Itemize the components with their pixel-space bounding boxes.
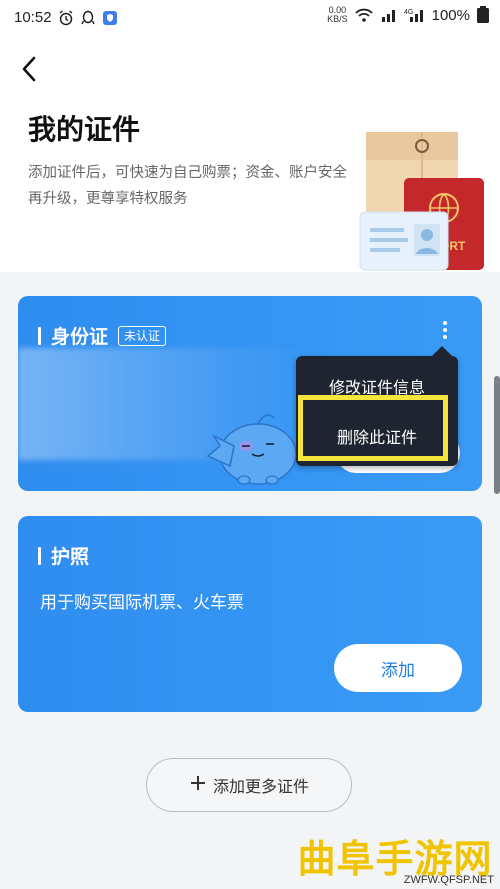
passport-description: 用于购买国际机票、火车票 [40,593,244,613]
watermark-url: ZWFW.QFSP.NET [403,874,494,886]
documents-illustration: ORT [352,132,492,272]
add-passport-button[interactable]: 添加 [334,644,462,692]
highlight-box [298,395,448,461]
passport-card-header: 护照 [38,542,89,569]
page-header: 我的证件 添加证件后，可快速为自己购票；资金、账户安全再升级，更尊享特权服务 O… [0,36,500,272]
watermark: 曲阜手游网 ZWFW.QFSP.NET [290,828,500,889]
battery-icon [476,6,490,24]
scrollbar[interactable] [494,376,500,494]
status-time: 10:52 [14,9,52,26]
signal-4g-icon: 4G [404,7,426,23]
mascot-illustration [206,414,297,485]
id-card-title: 身份证 [51,326,109,348]
page-title: 我的证件 [28,113,141,146]
svg-text:4G: 4G [404,9,413,16]
more-dot [443,328,447,332]
passport-card-panel: 护照 用于购买国际机票、火车票 添加 [18,516,482,712]
page-subtitle: 添加证件后，可快速为自己购票；资金、账户安全再升级，更尊享特权服务 [28,165,347,207]
more-dot [443,335,447,339]
status-bar: 10:52 0.00 KB/S 4G 100% [0,0,500,36]
net-speed-unit: KB/S [327,14,348,24]
add-more-documents-button[interactable]: 添加更多证件 [146,758,352,812]
context-menu-arrow [432,346,452,356]
back-button[interactable] [14,52,44,86]
wifi-icon [354,7,374,23]
net-speed: 0.00 KB/S [327,6,348,24]
id-card-header: 身份证 未认证 [38,322,167,349]
title-bar-accent [38,546,41,565]
more-options-button[interactable] [438,318,452,344]
plus-icon [189,774,207,797]
battery-percent: 100% [431,6,470,24]
more-dot [443,321,447,325]
passport-card-title: 护照 [51,546,90,568]
chevron-left-icon [22,56,36,82]
title-bar-accent [38,326,41,345]
add-more-label: 添加更多证件 [212,777,309,796]
alarm-icon [58,9,74,26]
unverified-badge: 未认证 [118,325,167,346]
shield-icon [102,10,118,26]
qq-icon [80,10,96,26]
signal-icon [380,7,398,23]
